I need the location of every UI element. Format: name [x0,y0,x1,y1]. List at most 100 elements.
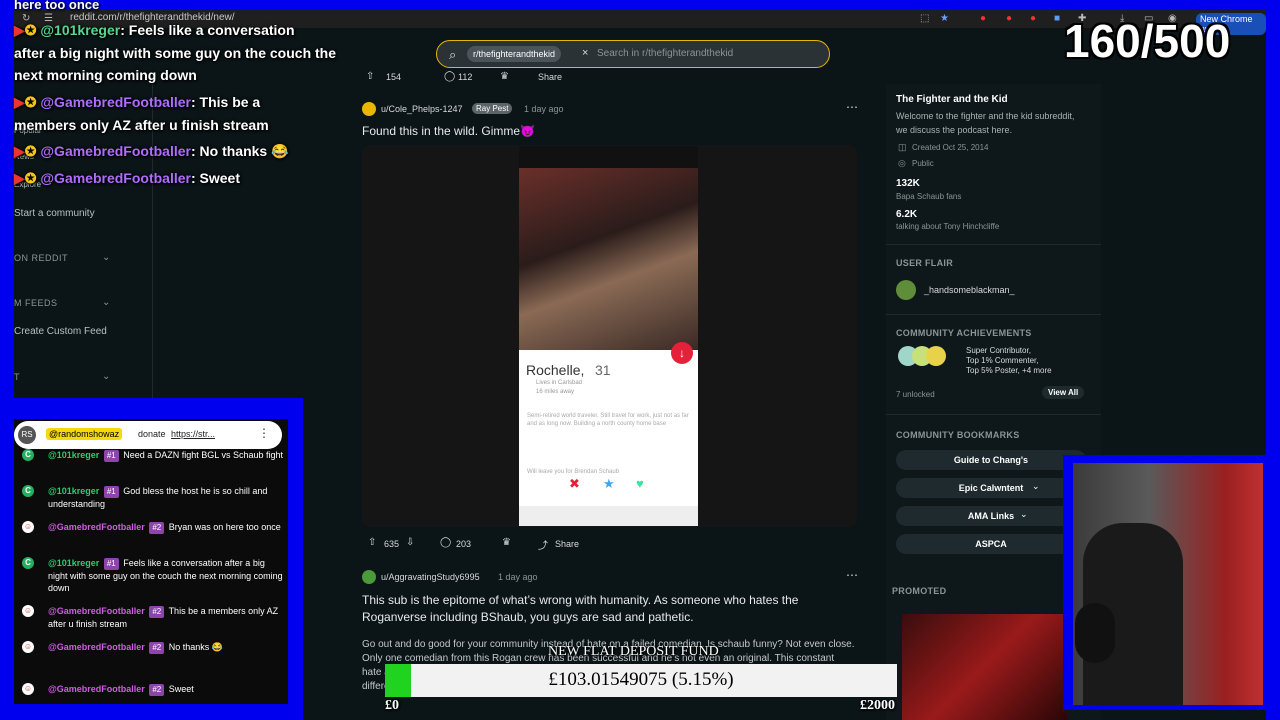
extension-icon[interactable]: ● [1030,13,1036,24]
chat-message: C @101kreger #1 God bless the host he is … [22,485,284,510]
achievements-heading: COMMUNITY ACHIEVEMENTS [896,328,1032,338]
more-options-icon[interactable]: ⋯ [846,568,858,582]
comment-count: 112 [458,72,473,82]
profile-age: 31 [595,362,611,378]
create-custom-feed-link[interactable]: Create Custom Feed [14,326,107,337]
chat-username[interactable]: @101kreger [48,558,99,568]
avatar[interactable] [362,570,376,584]
avatar[interactable] [362,102,376,116]
downvote-icon[interactable]: ⇩ [406,537,414,557]
overlay-chat-line: after a big night with some guy on the c… [14,45,337,61]
post-title[interactable]: This sub is the epitome of what’s wrong … [362,592,854,626]
extension-icon[interactable]: ● [980,13,986,24]
pinned-link[interactable]: https://str... [171,429,215,439]
overlay-chat-line: ▶✪ @GamebredFootballer: Sweet [14,170,240,187]
view-all-button[interactable]: View All [1042,386,1085,399]
nav-section-t[interactable]: T [14,372,20,382]
profile-photo [519,168,698,350]
comment-icon[interactable]: ◯ [440,537,451,557]
member-rank-badge: #1 [103,558,119,570]
profile-more: Will leave you for Brendan Schaub [527,469,620,475]
search-input[interactable]: Search in r/thefighterandthekid [597,48,733,59]
youtube-icon: ▶ [14,143,25,159]
post-title[interactable]: Found this in the wild. Gimme😈 [362,124,535,138]
chevron-down-icon[interactable]: ⌄ [102,371,110,382]
achievement-3: Top 5% Poster, +4 more [966,366,1052,375]
nav-section-feeds[interactable]: M FEEDS [14,298,58,308]
cake-icon: ◫ [898,142,907,152]
chat-username[interactable]: @GamebredFootballer [48,522,145,532]
pinned-text: donate [138,429,166,439]
live-chat-panel: RS @randomshowaz donate https://str... ⋮… [14,419,288,704]
community-description: Welcome to the fighter and the kid subre… [896,111,1075,135]
close-icon[interactable]: × [582,47,588,59]
chat-username[interactable]: @GamebredFootballer [48,606,145,616]
post-author[interactable]: u/Cole_Phelps-1247 [381,104,463,114]
star-icon: ✪ [24,94,37,110]
pinned-user[interactable]: @randomshowaz [46,428,123,440]
award-icon[interactable]: ♛ [502,537,511,557]
search-chip[interactable]: r/thefighterandthekid [467,46,562,62]
profile-distance: 16 miles away [536,389,575,395]
bookmarks-heading: COMMUNITY BOOKMARKS [896,430,1020,440]
award-icon[interactable]: ♛ [500,71,509,91]
start-community-link[interactable]: Start a community [14,208,95,219]
post-time: 1 day ago [524,104,564,114]
chat-text: No thanks 😂 [168,642,223,652]
bookmark-button[interactable]: Guide to Chang's [896,450,1086,470]
extension-icon[interactable]: ● [1006,13,1012,24]
chat-username[interactable]: @GamebredFootballer [48,684,145,694]
bookmark-star-icon[interactable]: ★ [940,13,949,24]
divider [886,414,1101,415]
member-rank-badge: #1 [103,450,119,462]
more-options-icon[interactable]: ⋯ [846,100,858,114]
subreddit-search[interactable]: ⌕ r/thefighterandthekid × Search in r/th… [436,40,830,68]
avatar: ☺ [22,683,34,695]
post-author[interactable]: u/AggravatingStudy6995 [381,572,480,582]
member-rank-badge: #2 [149,522,165,534]
chevron-down-icon[interactable]: ⌄ [102,252,110,263]
fund-amount: £103.01549075 (5.15%) [548,669,734,690]
star-icon: ✪ [24,22,37,38]
chat-username[interactable]: @101kreger [48,450,99,460]
youtube-icon: ▶ [14,94,25,110]
overlay-user: @GamebredFootballer [40,170,191,186]
upvote-icon[interactable]: ⇧ [366,71,374,91]
promoted-heading: PROMOTED [892,586,947,596]
user-flair: Ray Pest [472,103,513,114]
chat-text: Need a DAZN fight BGL vs Schaub fight [123,450,283,460]
vote-count: 154 [386,72,402,82]
chat-message: C @101kreger #1 Need a DAZN fight BGL vs … [22,449,284,462]
youtube-icon: ▶ [14,22,25,38]
share-button[interactable]: Share [555,539,579,559]
chevron-down-icon[interactable]: ⌄ [1032,481,1040,492]
avatar: ☺ [22,641,34,653]
comment-icon[interactable]: ◯ [444,71,455,91]
like-icon: ♥ [636,476,644,491]
chevron-down-icon[interactable]: ⌄ [1020,509,1028,520]
chat-username[interactable]: @101kreger [48,486,99,496]
extension-icon[interactable]: ■ [1054,13,1060,24]
nav-section-reddit[interactable]: ON REDDIT [14,253,68,263]
fund-min: £0 [385,698,399,713]
install-icon[interactable]: ⬚ [920,13,929,24]
bookmark-button[interactable]: AMA Links [896,506,1086,526]
bookmark-button[interactable]: ASPCA [896,534,1086,554]
post-image[interactable]: ↓ Rochelle, 31 Lives in Carlsbad 16 mile… [362,145,857,527]
share-button[interactable]: Share [538,72,562,92]
bookmark-button[interactable]: Epic Calwntent [896,478,1086,498]
chevron-down-icon[interactable]: ⌄ [102,297,110,308]
promoted-ad-image[interactable] [902,614,1067,720]
search-icon: ⌕ [449,47,457,62]
user-flair-name[interactable]: _handsomeblackman_ [924,285,1015,295]
share-icon[interactable]: ⤴ [538,537,548,557]
achievement-1: Super Contributor, [966,346,1031,355]
overlay-message: : Sweet [190,170,240,186]
member-label: Bapa Schaub fans [896,192,962,201]
chat-username[interactable]: @GamebredFootballer [48,642,145,652]
overlay-chat-line: next morning coming down [14,67,197,83]
pinned-message[interactable]: RS @randomshowaz donate https://str... ⋮ [14,421,282,449]
upvote-icon[interactable]: ⇧ [368,537,376,557]
more-options-icon[interactable]: ⋮ [258,426,270,440]
nope-icon: ✖ [569,476,580,491]
